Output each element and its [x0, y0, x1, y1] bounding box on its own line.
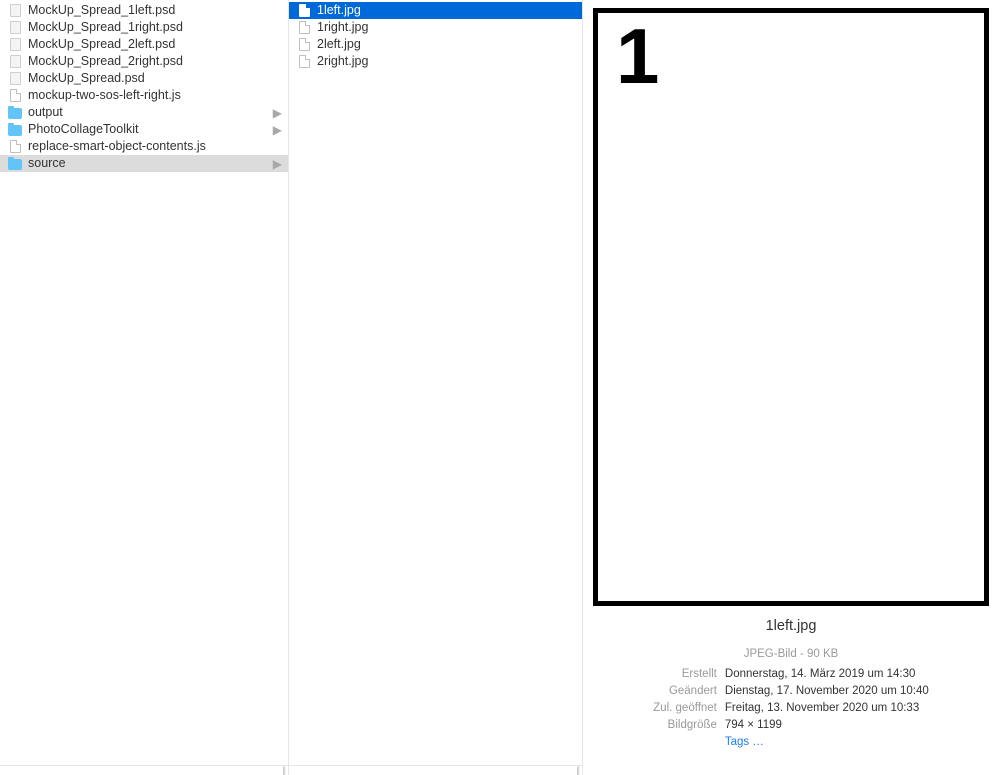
psd-file-icon [8, 38, 22, 52]
metadata-value: 794 × 1199 [725, 717, 929, 734]
file-label: replace-smart-object-contents.js [28, 138, 206, 155]
chevron-right-icon: ▶ [273, 158, 282, 170]
list-item[interactable]: source ▶ [0, 155, 288, 172]
metadata-key: Geändert [653, 683, 725, 700]
preview-content-number: 1 [616, 17, 659, 95]
psd-file-icon [8, 21, 22, 35]
chevron-right-icon: ▶ [273, 124, 282, 136]
file-icon [297, 55, 311, 69]
metadata-row: Bildgröße794 × 1199 [653, 717, 929, 734]
folder-icon [8, 123, 22, 137]
column-resize-handle[interactable]: || [289, 765, 582, 775]
file-label: 2right.jpg [317, 53, 368, 70]
metadata-row: Tags … [653, 734, 929, 751]
metadata-key: Erstellt [653, 666, 725, 683]
file-label: MockUp_Spread_1right.psd [28, 19, 183, 36]
preview-filetype: JPEG-Bild - 90 KB [593, 648, 989, 660]
column-resize-handle[interactable]: || [0, 765, 288, 775]
list-item[interactable]: MockUp_Spread_2left.psd [0, 36, 288, 53]
preview-metadata: JPEG-Bild - 90 KB ErstelltDonnerstag, 14… [593, 648, 989, 751]
metadata-row: GeändertDienstag, 17. November 2020 um 1… [653, 683, 929, 700]
metadata-value: Donnerstag, 14. März 2019 um 14:30 [725, 666, 929, 683]
file-label: source [28, 155, 66, 172]
list-item[interactable]: replace-smart-object-contents.js [0, 138, 288, 155]
metadata-key [653, 734, 725, 751]
preview-thumbnail: 1 [593, 8, 989, 606]
list-item[interactable]: MockUp_Spread.psd [0, 70, 288, 87]
chevron-right-icon: ▶ [273, 107, 282, 119]
finder-column-2: 1left.jpg1right.jpg2left.jpg2right.jpg |… [289, 0, 583, 775]
metadata-key: Bildgröße [653, 717, 725, 734]
file-label: MockUp_Spread_2left.psd [28, 36, 175, 53]
list-item[interactable]: MockUp_Spread_1left.psd [0, 2, 288, 19]
file-label: 2left.jpg [317, 36, 361, 53]
psd-file-icon [8, 4, 22, 18]
tags-link[interactable]: Tags … [725, 736, 764, 748]
file-icon [8, 89, 22, 103]
metadata-key: Zul. geöffnet [653, 700, 725, 717]
file-icon [297, 38, 311, 52]
folder-icon [8, 106, 22, 120]
finder-column-1: MockUp_Spread_1left.psdMockUp_Spread_1ri… [0, 0, 289, 775]
list-item[interactable]: output ▶ [0, 104, 288, 121]
list-item[interactable]: PhotoCollageToolkit ▶ [0, 121, 288, 138]
file-list-1: MockUp_Spread_1left.psdMockUp_Spread_1ri… [0, 0, 288, 172]
list-item[interactable]: MockUp_Spread_1right.psd [0, 19, 288, 36]
file-label: MockUp_Spread.psd [28, 70, 145, 87]
file-label: mockup-two-sos-left-right.js [28, 87, 181, 104]
psd-file-icon [8, 55, 22, 69]
metadata-row: Zul. geöffnetFreitag, 13. November 2020 … [653, 700, 929, 717]
file-label: output [28, 104, 63, 121]
finder-preview-column: 1 1left.jpg JPEG-Bild - 90 KB ErstelltDo… [583, 0, 999, 775]
list-item[interactable]: 2right.jpg [289, 53, 582, 70]
file-label: PhotoCollageToolkit [28, 121, 139, 138]
file-icon [297, 21, 311, 35]
file-icon [8, 140, 22, 154]
list-item[interactable]: MockUp_Spread_2right.psd [0, 53, 288, 70]
file-label: 1left.jpg [317, 2, 361, 19]
file-icon [297, 4, 311, 18]
preview-filename: 1left.jpg [766, 618, 817, 634]
file-list-2: 1left.jpg1right.jpg2left.jpg2right.jpg [289, 0, 582, 70]
metadata-value: Dienstag, 17. November 2020 um 10:40 [725, 683, 929, 700]
list-item[interactable]: 2left.jpg [289, 36, 582, 53]
metadata-row: ErstelltDonnerstag, 14. März 2019 um 14:… [653, 666, 929, 683]
folder-icon [8, 157, 22, 171]
metadata-value: Freitag, 13. November 2020 um 10:33 [725, 700, 929, 717]
file-label: MockUp_Spread_1left.psd [28, 2, 175, 19]
psd-file-icon [8, 72, 22, 86]
file-label: MockUp_Spread_2right.psd [28, 53, 183, 70]
list-item[interactable]: 1right.jpg [289, 19, 582, 36]
file-label: 1right.jpg [317, 19, 368, 36]
list-item[interactable]: mockup-two-sos-left-right.js [0, 87, 288, 104]
list-item[interactable]: 1left.jpg [289, 2, 582, 19]
